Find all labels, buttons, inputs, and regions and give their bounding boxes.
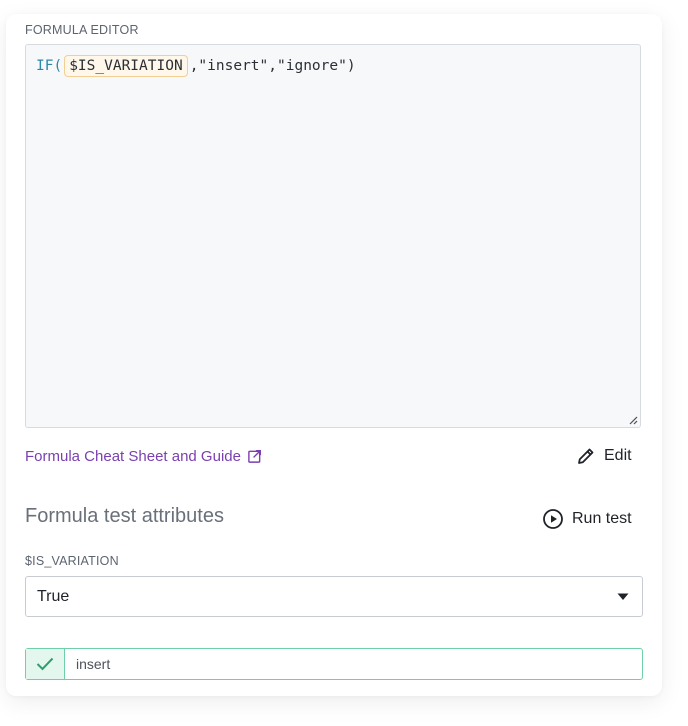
formula-variable-token[interactable]: $IS_VARIATION [64, 55, 188, 77]
caret-down-icon [617, 593, 629, 600]
play-circle-icon [543, 509, 563, 529]
formula-test-attributes-heading: Formula test attributes [25, 505, 224, 527]
run-test-button[interactable]: Run test [542, 508, 632, 530]
formula-function: IF( [36, 58, 63, 74]
result-value: insert [76, 656, 111, 672]
formula-cheat-sheet-link[interactable]: Formula Cheat Sheet and Guide [25, 448, 262, 465]
formula-editor-label: FORMULA EDITOR [25, 23, 139, 37]
selected-value: True [37, 587, 70, 605]
formula-code: IF($IS_VARIATION ,"insert","ignore") [36, 55, 356, 77]
resize-handle-icon[interactable] [628, 415, 638, 425]
cheat-sheet-link-text: Formula Cheat Sheet and Guide [25, 448, 241, 465]
attribute-label: $IS_VARIATION [25, 554, 119, 568]
edit-button-label: Edit [604, 447, 632, 464]
pencil-icon [578, 448, 594, 464]
is-variation-select[interactable]: True [25, 576, 643, 617]
edit-button[interactable]: Edit [576, 446, 632, 466]
result-status [26, 649, 65, 679]
test-result: insert [25, 648, 643, 680]
run-test-label: Run test [572, 510, 632, 527]
external-link-icon [248, 449, 261, 463]
formula-arguments: ,"insert","ignore") [189, 58, 356, 74]
checkmark-icon [36, 657, 54, 671]
formula-editor[interactable]: IF($IS_VARIATION ,"insert","ignore") [25, 44, 641, 428]
